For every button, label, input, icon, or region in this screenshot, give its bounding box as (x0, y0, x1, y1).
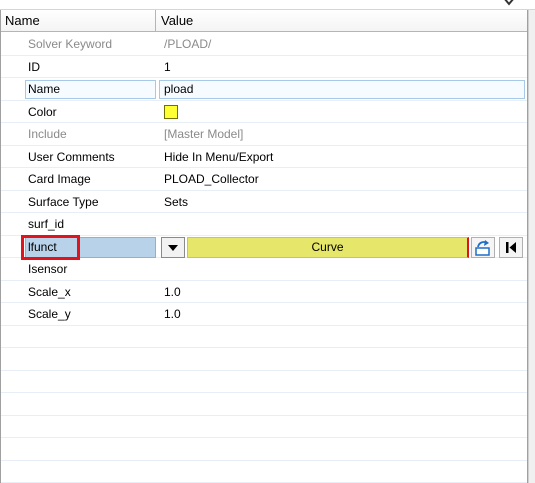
top-strip (0, 0, 535, 10)
row-lfunct[interactable]: lfunct Curve (1, 234, 527, 260)
row-label: Name (28, 82, 61, 96)
row-value[interactable]: 1.0 (164, 303, 181, 325)
row-label: Surface Type (28, 194, 99, 209)
row-label: Solver Keyword (28, 37, 113, 51)
color-swatch[interactable] (164, 104, 178, 119)
empty-row (1, 416, 527, 438)
lfunct-dropdown-button[interactable] (161, 236, 185, 258)
empty-row (1, 438, 527, 461)
row-user-comments[interactable]: User Comments Hide In Menu/Export (1, 146, 527, 168)
name-column-header[interactable]: Name (1, 10, 156, 32)
name-value-box[interactable] (159, 80, 525, 99)
empty-row (1, 371, 527, 393)
chevron-down-icon[interactable] (503, 0, 515, 8)
row-value[interactable]: Sets (164, 191, 188, 213)
row-surf-id[interactable]: surf_id (1, 213, 527, 236)
row-color[interactable]: Color (1, 101, 527, 123)
row-include: Include [Master Model] (1, 123, 527, 146)
row-scale-y[interactable]: Scale_y 1.0 (1, 303, 527, 326)
row-value[interactable]: 1.0 (164, 281, 181, 303)
lfunct-curve-field[interactable]: Curve (187, 236, 469, 258)
row-value: /PLOAD/ (164, 37, 212, 51)
row-label: Scale_y (28, 307, 71, 321)
empty-row (1, 393, 527, 416)
row-card-image[interactable]: Card Image PLOAD_Collector (1, 168, 527, 191)
row-label: Card Image (28, 172, 91, 186)
triangle-down-icon (168, 244, 178, 251)
row-solver-keyword: Solver Keyword /PLOAD/ (1, 33, 527, 56)
entity-editor-panel: Name Value Solver Keyword /PLOAD/ ID 1 N… (0, 10, 528, 483)
row-label: Scale_x (28, 284, 71, 299)
empty-row (1, 461, 527, 483)
row-label: ID (28, 59, 40, 74)
row-scale-x[interactable]: Scale_x 1.0 (1, 281, 527, 303)
row-label: Color (28, 104, 57, 119)
vertical-scrollbar[interactable] (528, 10, 535, 483)
empty-row (1, 326, 527, 348)
jump-to-entity-icon (475, 239, 490, 256)
table-header: Name Value (1, 10, 527, 32)
row-label: User Comments (28, 149, 115, 164)
first-record-button[interactable] (499, 236, 523, 258)
row-label: Isensor (28, 262, 68, 276)
row-value[interactable]: 1 (164, 56, 171, 78)
row-name[interactable]: Name pload (1, 78, 527, 101)
row-label: surf_id (28, 217, 65, 231)
row-id[interactable]: ID 1 (1, 56, 527, 78)
jump-to-entity-button[interactable] (471, 236, 495, 258)
row-value[interactable]: PLOAD_Collector (164, 168, 259, 190)
empty-row (1, 348, 527, 371)
first-record-icon (506, 241, 516, 253)
row-value: [Master Model] (164, 127, 244, 141)
lfunct-highlight-box (21, 234, 80, 260)
value-column-header[interactable]: Value (157, 10, 527, 32)
row-surface-type[interactable]: Surface Type Sets (1, 191, 527, 213)
row-label: Include (28, 127, 67, 141)
row-value[interactable]: Hide In Menu/Export (164, 146, 273, 168)
name-field[interactable]: pload (164, 78, 193, 100)
row-isensor[interactable]: Isensor (1, 258, 527, 281)
